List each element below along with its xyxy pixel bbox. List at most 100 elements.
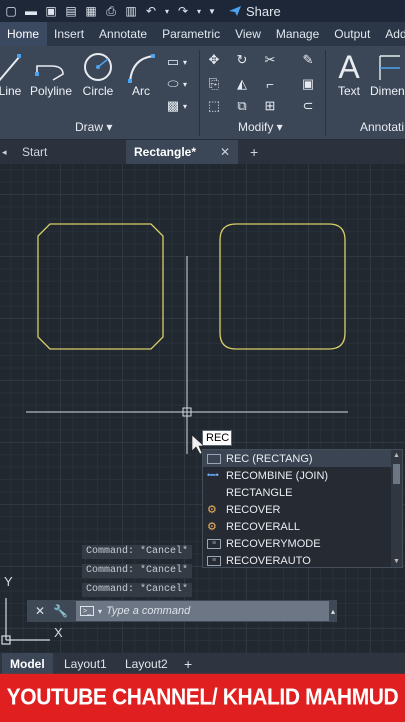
dimension-tool[interactable]: Dimen [370, 52, 405, 98]
customize-wrench-icon[interactable]: 🔧 [53, 604, 68, 618]
boundary-dropdown-icon[interactable]: ▾ [181, 98, 189, 114]
drawing-geometry [1, 223, 348, 645]
share-button[interactable]: Share [228, 4, 281, 19]
new-tab-icon[interactable]: + [250, 140, 258, 164]
tab-layout2[interactable]: Layout2 [117, 653, 176, 674]
move-tool-icon[interactable]: ✥ [205, 52, 223, 68]
offset-tool-icon[interactable]: ⊂ [299, 98, 317, 114]
modify-panel-label[interactable]: Modify ▾ [238, 120, 283, 134]
dynamic-input-field[interactable]: REC [202, 430, 232, 446]
explode-tool-icon[interactable]: ▣ [299, 76, 317, 92]
array-tool-icon[interactable]: ⊞ [261, 98, 279, 114]
new-layout-icon[interactable]: + [184, 653, 192, 674]
text-tool-icon: A [338, 49, 360, 85]
command-placeholder: Type a command [106, 605, 191, 617]
stretch-tool-icon[interactable]: ⬚ [205, 98, 223, 114]
command-history-line: Command: *Cancel* [82, 583, 193, 597]
ucs-y-label: Y [4, 574, 13, 589]
command-line-arrow-icon[interactable]: ▴ [329, 607, 337, 616]
panel-divider [325, 50, 326, 136]
channel-banner: YOUTUBE CHANNEL/ KHALID MAHMUD [0, 673, 405, 722]
tab-annotate[interactable]: Annotate [92, 22, 155, 46]
boundary-tool-icon[interactable]: ▩ [164, 98, 182, 114]
autocomplete-item[interactable]: ≡ RECOVERYMODE [203, 535, 402, 552]
filleted-rectangle [219, 223, 346, 350]
scale-tool-icon[interactable]: ⧉ [233, 98, 251, 114]
command-history-line: Command: *Cancel* [82, 545, 193, 559]
hatch-dropdown-icon[interactable]: ▾ [181, 76, 189, 92]
scroll-down-icon[interactable]: ▼ [393, 558, 400, 565]
drawing-canvas[interactable]: Y X REC REC (RECTANG) •━• RECOMBINE (JOI… [0, 164, 405, 653]
autocomplete-item-label: RECOVERALL [226, 520, 300, 533]
redo-icon[interactable]: ↷ [176, 4, 190, 18]
save-icon[interactable]: ▣ [44, 4, 58, 18]
web-save-icon[interactable]: ▦ [84, 4, 98, 18]
tab-parametric[interactable]: Parametric [155, 22, 228, 46]
fillet-tool-icon[interactable]: ⌐ [261, 76, 279, 92]
draw-panel-label[interactable]: Draw ▾ [75, 120, 112, 134]
tab-model[interactable]: Model [2, 653, 53, 674]
tabs-menu-icon[interactable]: ◂ [0, 140, 10, 164]
autocomplete-item[interactable]: •━• RECOMBINE (JOIN) [203, 467, 402, 484]
tab-layout1[interactable]: Layout1 [56, 653, 115, 674]
tab-home[interactable]: Home [0, 22, 48, 46]
tab-addins[interactable]: Add [378, 22, 405, 46]
tab-view[interactable]: View [228, 22, 269, 46]
tab-insert[interactable]: Insert [47, 22, 92, 46]
circle-label: Circle [82, 84, 114, 98]
polyline-icon [35, 65, 64, 81]
rectangle-dropdown-icon[interactable]: ▾ [181, 54, 189, 70]
copy-tool-icon[interactable]: ⎘ [205, 76, 223, 92]
autocomplete-scrollbar[interactable]: ▲ ▼ [391, 450, 402, 567]
polyline-tool[interactable]: Polyline [29, 52, 73, 98]
new-file-icon[interactable]: ▢ [4, 4, 18, 18]
plot-icon[interactable]: ⎙ [104, 4, 118, 18]
trim-tool-icon[interactable]: ✂ [261, 52, 279, 68]
command-input[interactable]: >_ ▾ Type a command [76, 601, 329, 621]
autocomplete-item[interactable]: ≡ RECOVERAUTO [203, 552, 402, 569]
close-tab-icon[interactable]: ✕ [220, 145, 230, 159]
rotate-tool-icon[interactable]: ↻ [233, 52, 251, 68]
autocomplete-item[interactable]: REC (RECTANG) [203, 450, 402, 467]
open-folder-icon[interactable]: ▬ [24, 4, 38, 18]
join-icon: •━• [207, 470, 219, 480]
tab-start[interactable]: Start [18, 140, 51, 164]
tab-rectangle[interactable]: Rectangle* ✕ [126, 140, 238, 164]
undo-dropdown-icon[interactable]: ▾ [164, 4, 170, 18]
erase-tool-icon[interactable]: ✎ [299, 52, 317, 68]
arc-tool[interactable]: Arc [126, 52, 156, 98]
dimension-label: Dimen [370, 84, 405, 98]
print-icon[interactable]: ▥ [124, 4, 138, 18]
save-as-icon[interactable]: ▤ [64, 4, 78, 18]
command-dropdown-icon[interactable]: ▾ [98, 607, 102, 616]
close-command-line-icon[interactable]: ✕ [35, 604, 45, 618]
text-tool[interactable]: A Text [334, 50, 364, 98]
ribbon-tabs: Home Insert Annotate Parametric View Man… [0, 22, 405, 46]
autocomplete-item[interactable]: RECTANGLE [203, 484, 402, 501]
autocomplete-item-label: RECTANGLE [226, 486, 293, 499]
mirror-tool-icon[interactable]: ◭ [233, 76, 251, 92]
hatch-tool-icon[interactable]: ⬭ [164, 76, 182, 92]
tab-manage[interactable]: Manage [269, 22, 327, 46]
recover-icon: ⚙ [207, 504, 217, 516]
line-tool[interactable]: Line [0, 52, 22, 98]
customize-dropdown-icon[interactable]: ▼ [208, 4, 216, 18]
layout-tabs: Model Layout1 Layout2 + [0, 653, 405, 676]
ucs-x-label: X [54, 625, 63, 640]
ribbon-panel: Line Polyline Circle Arc ▭ ⬭ ▩ ▾ ▾ ▾ Dra… [0, 46, 405, 140]
annotation-panel-label[interactable]: Annotati [360, 120, 404, 134]
share-label: Share [246, 3, 281, 19]
circle-tool[interactable]: Circle [81, 52, 115, 98]
redo-dropdown-icon[interactable]: ▾ [196, 4, 202, 18]
autocomplete-item-label: RECOVER [226, 503, 281, 516]
undo-icon[interactable]: ↶ [144, 4, 158, 18]
scroll-up-icon[interactable]: ▲ [393, 452, 400, 459]
tab-output[interactable]: Output [327, 22, 378, 46]
rectangle-icon [207, 453, 221, 464]
autocomplete-list: REC (RECTANG) •━• RECOMBINE (JOIN) RECTA… [202, 449, 403, 568]
autocomplete-item[interactable]: ⚙ RECOVERALL [203, 518, 402, 535]
command-prompt-icon[interactable]: >_ [80, 606, 94, 616]
scrollbar-thumb[interactable] [393, 464, 400, 484]
autocomplete-item[interactable]: ⚙ RECOVER [203, 501, 402, 518]
rectangle-tool-icon[interactable]: ▭ [164, 54, 182, 70]
